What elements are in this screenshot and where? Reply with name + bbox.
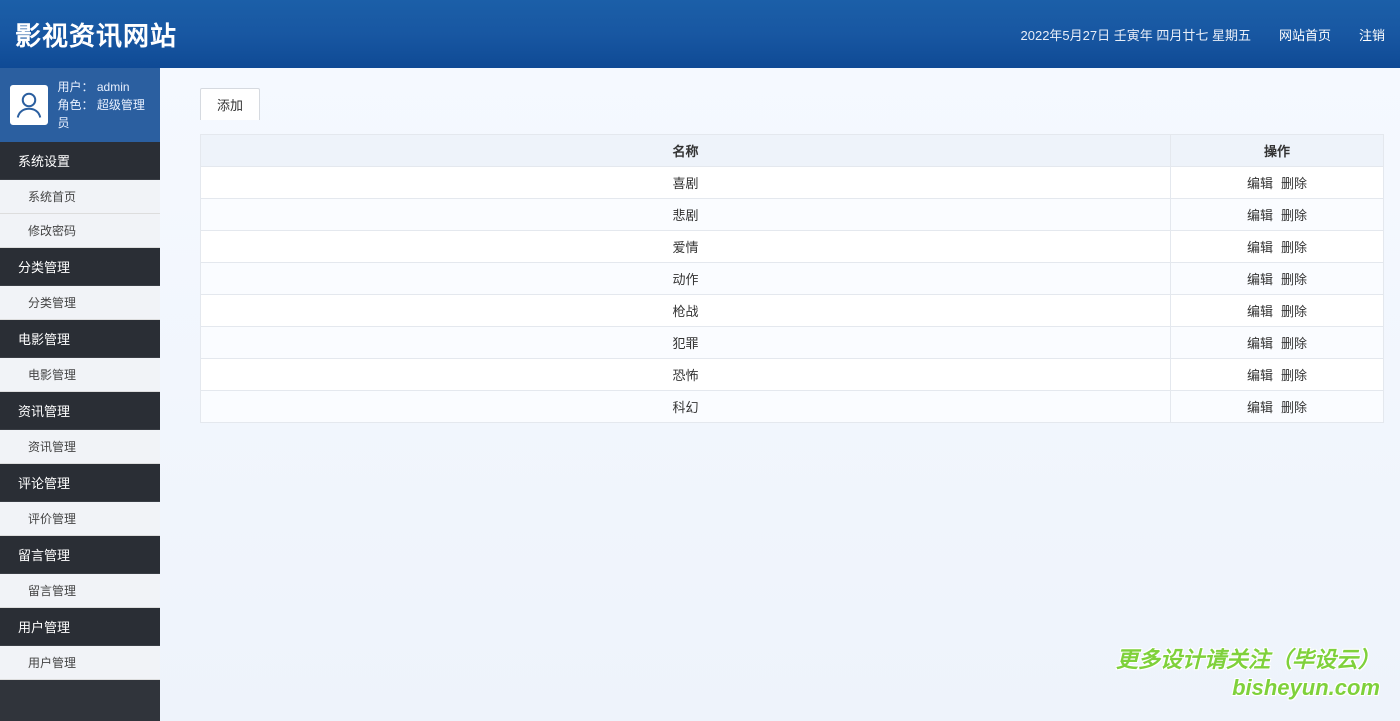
- avatar: [10, 85, 48, 125]
- ops-cell: 编辑删除: [1171, 263, 1384, 295]
- edit-link[interactable]: 编辑: [1247, 272, 1273, 287]
- site-title: 影视资讯网站: [15, 16, 177, 53]
- main-content: 添加 名称 操作 喜剧编辑删除悲剧编辑删除爱情编辑删除动作编辑删除枪战编辑删除犯…: [160, 68, 1400, 721]
- delete-link[interactable]: 删除: [1281, 272, 1307, 287]
- menu-item[interactable]: 分类管理: [0, 286, 160, 320]
- edit-link[interactable]: 编辑: [1247, 368, 1273, 383]
- edit-link[interactable]: 编辑: [1247, 400, 1273, 415]
- user-icon: [14, 90, 44, 120]
- delete-link[interactable]: 删除: [1281, 240, 1307, 255]
- logout-link[interactable]: 注销: [1359, 25, 1385, 44]
- table-row: 动作编辑删除: [201, 263, 1384, 295]
- menu-item[interactable]: 用户管理: [0, 646, 160, 680]
- ops-cell: 编辑删除: [1171, 295, 1384, 327]
- top-header: 影视资讯网站 2022年5月27日 壬寅年 四月廿七 星期五 网站首页 注销: [0, 0, 1400, 68]
- edit-link[interactable]: 编辑: [1247, 208, 1273, 223]
- delete-link[interactable]: 删除: [1281, 304, 1307, 319]
- user-info: 用户： admin 角色： 超级管理员: [58, 78, 151, 132]
- menu-item[interactable]: 系统首页: [0, 180, 160, 214]
- menu-section-header[interactable]: 用户管理: [0, 608, 160, 646]
- menu-section-header[interactable]: 评论管理: [0, 464, 160, 502]
- table-row: 恐怖编辑删除: [201, 359, 1384, 391]
- ops-cell: 编辑删除: [1171, 167, 1384, 199]
- table-row: 喜剧编辑删除: [201, 167, 1384, 199]
- ops-cell: 编辑删除: [1171, 199, 1384, 231]
- edit-link[interactable]: 编辑: [1247, 336, 1273, 351]
- username: admin: [97, 80, 130, 94]
- sidebar-menu: 系统设置系统首页修改密码分类管理分类管理电影管理电影管理资讯管理资讯管理评论管理…: [0, 142, 160, 680]
- category-name-cell: 恐怖: [201, 359, 1171, 391]
- category-name-cell: 喜剧: [201, 167, 1171, 199]
- menu-item[interactable]: 评价管理: [0, 502, 160, 536]
- category-name-cell: 悲剧: [201, 199, 1171, 231]
- ops-cell: 编辑删除: [1171, 391, 1384, 423]
- home-link[interactable]: 网站首页: [1279, 25, 1331, 44]
- table-row: 悲剧编辑删除: [201, 199, 1384, 231]
- header-date: 2022年5月27日 壬寅年 四月廿七 星期五: [1021, 25, 1251, 44]
- delete-link[interactable]: 删除: [1281, 336, 1307, 351]
- menu-item[interactable]: 修改密码: [0, 214, 160, 248]
- category-name-cell: 枪战: [201, 295, 1171, 327]
- menu-section-header[interactable]: 分类管理: [0, 248, 160, 286]
- sidebar: 用户： admin 角色： 超级管理员 系统设置系统首页修改密码分类管理分类管理…: [0, 68, 160, 721]
- category-name-cell: 动作: [201, 263, 1171, 295]
- table-row: 科幻编辑删除: [201, 391, 1384, 423]
- category-name-cell: 犯罪: [201, 327, 1171, 359]
- menu-item[interactable]: 留言管理: [0, 574, 160, 608]
- delete-link[interactable]: 删除: [1281, 368, 1307, 383]
- table-row: 犯罪编辑删除: [201, 327, 1384, 359]
- menu-item[interactable]: 电影管理: [0, 358, 160, 392]
- edit-link[interactable]: 编辑: [1247, 304, 1273, 319]
- user-label: 用户：: [58, 80, 94, 94]
- menu-section-header[interactable]: 系统设置: [0, 142, 160, 180]
- table-header-ops: 操作: [1171, 135, 1384, 167]
- table-row: 爱情编辑删除: [201, 231, 1384, 263]
- table-header-name: 名称: [201, 135, 1171, 167]
- menu-section-header[interactable]: 资讯管理: [0, 392, 160, 430]
- menu-section-header[interactable]: 留言管理: [0, 536, 160, 574]
- ops-cell: 编辑删除: [1171, 359, 1384, 391]
- ops-cell: 编辑删除: [1171, 327, 1384, 359]
- user-box: 用户： admin 角色： 超级管理员: [0, 68, 160, 142]
- role-label: 角色：: [58, 98, 94, 112]
- category-name-cell: 爱情: [201, 231, 1171, 263]
- delete-link[interactable]: 删除: [1281, 176, 1307, 191]
- edit-link[interactable]: 编辑: [1247, 176, 1273, 191]
- edit-link[interactable]: 编辑: [1247, 240, 1273, 255]
- delete-link[interactable]: 删除: [1281, 400, 1307, 415]
- tab-bar: 添加: [200, 88, 1384, 120]
- table-row: 枪战编辑删除: [201, 295, 1384, 327]
- category-table: 名称 操作 喜剧编辑删除悲剧编辑删除爱情编辑删除动作编辑删除枪战编辑删除犯罪编辑…: [200, 134, 1384, 423]
- ops-cell: 编辑删除: [1171, 231, 1384, 263]
- delete-link[interactable]: 删除: [1281, 208, 1307, 223]
- menu-item[interactable]: 资讯管理: [0, 430, 160, 464]
- add-tab[interactable]: 添加: [200, 88, 260, 120]
- menu-section-header[interactable]: 电影管理: [0, 320, 160, 358]
- category-name-cell: 科幻: [201, 391, 1171, 423]
- header-right: 2022年5月27日 壬寅年 四月廿七 星期五 网站首页 注销: [1021, 25, 1385, 44]
